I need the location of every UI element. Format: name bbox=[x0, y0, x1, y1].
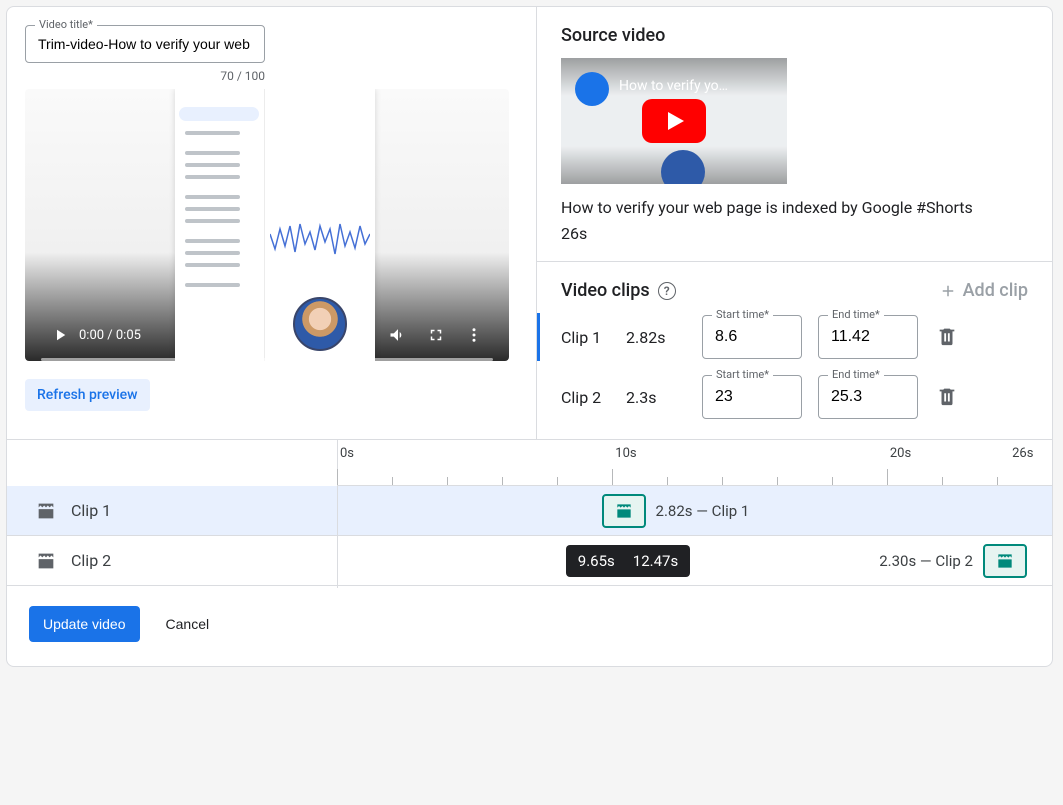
clip-duration: 2.3s bbox=[626, 388, 686, 407]
add-clip-button[interactable]: Add clip bbox=[939, 280, 1028, 301]
video-editor-card: Video title* 70 / 100 bbox=[6, 6, 1053, 667]
film-icon bbox=[983, 544, 1027, 578]
timeline: 0s 10s 20s 26s Clip 1 bbox=[7, 439, 1052, 586]
footer-actions: Update video Cancel bbox=[7, 586, 1052, 666]
video-preview[interactable]: 0:00 / 0:05 bbox=[25, 89, 509, 361]
video-title-label: Video title* bbox=[35, 18, 97, 31]
clip2-end-field[interactable]: End time* bbox=[818, 375, 918, 419]
more-icon[interactable] bbox=[463, 324, 485, 346]
clip2-end-input[interactable] bbox=[818, 375, 918, 419]
preview-pane: Video title* 70 / 100 bbox=[7, 7, 537, 439]
player-time: 0:00 / 0:05 bbox=[79, 328, 141, 343]
volume-icon[interactable] bbox=[387, 324, 409, 346]
player-controls: 0:00 / 0:05 bbox=[25, 315, 509, 361]
clip-name: Clip 1 bbox=[561, 328, 626, 347]
timeline-row-clip2[interactable]: Clip 2 9.65s 12.47s 2.30s — Clip 2 bbox=[7, 536, 1052, 586]
timeline-tooltip: 9.65s 12.47s bbox=[566, 545, 690, 577]
right-pane: Source video How to verify yo… How to ve… bbox=[537, 7, 1052, 439]
fullscreen-icon[interactable] bbox=[425, 324, 447, 346]
refresh-preview-button[interactable]: Refresh preview bbox=[25, 379, 150, 411]
source-video-duration: 26s bbox=[561, 224, 1028, 243]
timeline-row-clip1[interactable]: Clip 1 2.82s — Clip 1 bbox=[7, 486, 1052, 536]
clip1-end-input[interactable] bbox=[818, 315, 918, 359]
clip1-end-field[interactable]: End time* bbox=[818, 315, 918, 359]
timeline-chip-clip2[interactable]: 2.30s — Clip 2 bbox=[879, 544, 1027, 578]
film-icon bbox=[35, 550, 57, 572]
source-video-heading: Source video bbox=[561, 25, 1028, 46]
update-video-button[interactable]: Update video bbox=[29, 606, 140, 642]
clip-duration: 2.82s bbox=[626, 328, 686, 347]
clip1-start-field[interactable]: Start time* bbox=[702, 315, 802, 359]
clip-name: Clip 2 bbox=[561, 388, 626, 407]
film-icon bbox=[602, 494, 646, 528]
cancel-button[interactable]: Cancel bbox=[160, 615, 216, 633]
clip2-start-field[interactable]: Start time* bbox=[702, 375, 802, 419]
delete-clip-icon[interactable] bbox=[936, 325, 960, 349]
video-title-field[interactable]: Video title* bbox=[25, 25, 265, 63]
clip-row-1[interactable]: Clip 1 2.82s Start time* End time* bbox=[537, 313, 1028, 361]
play-icon[interactable] bbox=[49, 324, 71, 346]
clip-row-2[interactable]: Clip 2 2.3s Start time* End time* bbox=[561, 373, 1028, 421]
clip1-start-input[interactable] bbox=[702, 315, 802, 359]
film-icon bbox=[35, 500, 57, 522]
help-icon[interactable]: ? bbox=[658, 282, 676, 300]
title-char-counter: 70 / 100 bbox=[25, 69, 265, 83]
clip2-start-input[interactable] bbox=[702, 375, 802, 419]
source-video-title: How to verify your web page is indexed b… bbox=[561, 196, 1028, 220]
timeline-ruler[interactable]: 0s 10s 20s 26s bbox=[337, 440, 1052, 486]
youtube-play-icon[interactable] bbox=[642, 99, 706, 143]
delete-clip-icon[interactable] bbox=[936, 385, 960, 409]
source-video-thumbnail[interactable]: How to verify yo… bbox=[561, 58, 787, 184]
video-clips-heading: Video clips bbox=[561, 280, 650, 301]
timeline-chip-clip1[interactable]: 2.82s — Clip 1 bbox=[602, 494, 750, 528]
thumb-title: How to verify yo… bbox=[619, 78, 728, 94]
